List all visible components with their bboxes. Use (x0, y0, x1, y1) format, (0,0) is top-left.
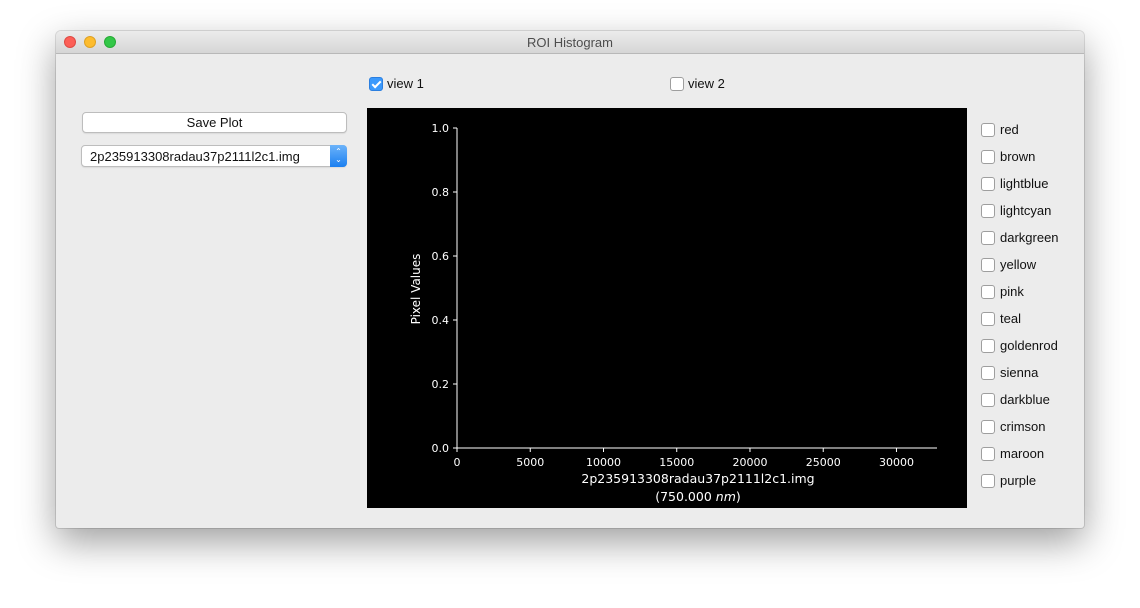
y-tick-label: 1.0 (432, 122, 450, 135)
color-label-crimson: crimson (1000, 419, 1046, 434)
save-plot-button[interactable]: Save Plot (82, 112, 347, 133)
color-checkbox-purple[interactable] (981, 473, 995, 488)
color-label-darkblue: darkblue (1000, 392, 1050, 407)
color-toggle-lightcyan[interactable]: lightcyan (981, 197, 1059, 224)
color-checkbox-yellow[interactable] (981, 257, 995, 272)
plot-axes: 0 5000 10000 15000 20000 25000 30000 0.0 0.2 0.4 0… (432, 122, 937, 469)
color-checkbox-sienna[interactable] (981, 365, 995, 380)
color-checkbox-teal[interactable] (981, 311, 995, 326)
color-label-brown: brown (1000, 149, 1036, 164)
color-checkbox-list: red brown lightblue lightcyan darkgreen yello… (981, 116, 1059, 494)
color-label-purple: purple (1000, 473, 1037, 488)
color-label-goldenrod: goldenrod (1000, 338, 1058, 353)
x-tick-label: 25000 (806, 456, 841, 469)
view-1-checkbox[interactable] (369, 76, 383, 91)
x-tick-label: 5000 (516, 456, 544, 469)
view-2-checkbox[interactable] (670, 76, 684, 91)
plot-svg: 0 5000 10000 15000 20000 25000 30000 0.0 0.2 0.4 0… (409, 122, 937, 504)
x-tick-label: 0 (454, 456, 461, 469)
color-checkbox-goldenrod[interactable] (981, 338, 995, 353)
view-2-toggle[interactable]: view 2 (670, 76, 725, 91)
y-tick-label: 0.2 (432, 378, 450, 391)
color-label-teal: teal (1000, 311, 1021, 326)
color-checkbox-maroon[interactable] (981, 446, 995, 461)
color-toggle-darkblue[interactable]: darkblue (981, 386, 1059, 413)
color-checkbox-red[interactable] (981, 122, 995, 137)
color-checkbox-darkblue[interactable] (981, 392, 995, 407)
color-label-maroon: maroon (1000, 446, 1045, 461)
color-toggle-darkgreen[interactable]: darkgreen (981, 224, 1059, 251)
color-toggle-brown[interactable]: brown (981, 143, 1059, 170)
color-checkbox-crimson[interactable] (981, 419, 995, 434)
y-tick-label: 0.6 (432, 250, 450, 263)
color-toggle-teal[interactable]: teal (981, 305, 1059, 332)
color-label-lightcyan: lightcyan (1000, 203, 1052, 218)
color-checkbox-brown[interactable] (981, 149, 995, 164)
x-tick-label: 30000 (879, 456, 914, 469)
color-toggle-purple[interactable]: purple (981, 467, 1059, 494)
color-label-lightblue: lightblue (1000, 176, 1049, 191)
color-checkbox-lightcyan[interactable] (981, 203, 995, 218)
histogram-plot[interactable]: 0 5000 10000 15000 20000 25000 30000 0.0 0.2 0.4 0… (367, 108, 967, 508)
roi-histogram-window: ROI Histogram view 1 view 2 Save Plot 2p… (56, 31, 1084, 528)
view-1-toggle[interactable]: view 1 (369, 76, 424, 91)
window-title: ROI Histogram (527, 35, 613, 50)
title-bar: ROI Histogram (56, 31, 1084, 54)
y-tick-label: 0.0 (432, 442, 450, 455)
file-select-value: 2p235913308radau37p2111l2c1.img (90, 149, 300, 164)
color-label-red: red (1000, 122, 1019, 137)
color-toggle-red[interactable]: red (981, 116, 1059, 143)
select-stepper-icon: ⌃ ⌄ (330, 145, 347, 167)
color-toggle-lightblue[interactable]: lightblue (981, 170, 1059, 197)
x-tick-label: 10000 (586, 456, 621, 469)
color-checkbox-lightblue[interactable] (981, 176, 995, 191)
color-toggle-maroon[interactable]: maroon (981, 440, 1059, 467)
y-tick-label: 0.4 (432, 314, 450, 327)
color-checkbox-pink[interactable] (981, 284, 995, 299)
color-checkbox-darkgreen[interactable] (981, 230, 995, 245)
x-axis-label-wavelength: (750.000 nm) (655, 489, 741, 504)
color-label-sienna: sienna (1000, 365, 1039, 380)
y-tick-label: 0.8 (432, 186, 450, 199)
x-tick-label: 15000 (659, 456, 694, 469)
y-axis-label: Pixel Values (409, 254, 423, 325)
color-toggle-goldenrod[interactable]: goldenrod (981, 332, 1059, 359)
color-toggle-pink[interactable]: pink (981, 278, 1059, 305)
x-tick-label: 20000 (732, 456, 767, 469)
color-label-pink: pink (1000, 284, 1024, 299)
file-select[interactable]: 2p235913308radau37p2111l2c1.img ⌃ ⌄ (81, 145, 347, 167)
color-label-yellow: yellow (1000, 257, 1037, 272)
view-1-label: view 1 (387, 76, 424, 91)
x-axis-label-filename: 2p235913308radau37p2111l2c1.img (581, 471, 814, 486)
view-2-label: view 2 (688, 76, 725, 91)
color-label-darkgreen: darkgreen (1000, 230, 1059, 245)
color-toggle-yellow[interactable]: yellow (981, 251, 1059, 278)
color-toggle-sienna[interactable]: sienna (981, 359, 1059, 386)
color-toggle-crimson[interactable]: crimson (981, 413, 1059, 440)
